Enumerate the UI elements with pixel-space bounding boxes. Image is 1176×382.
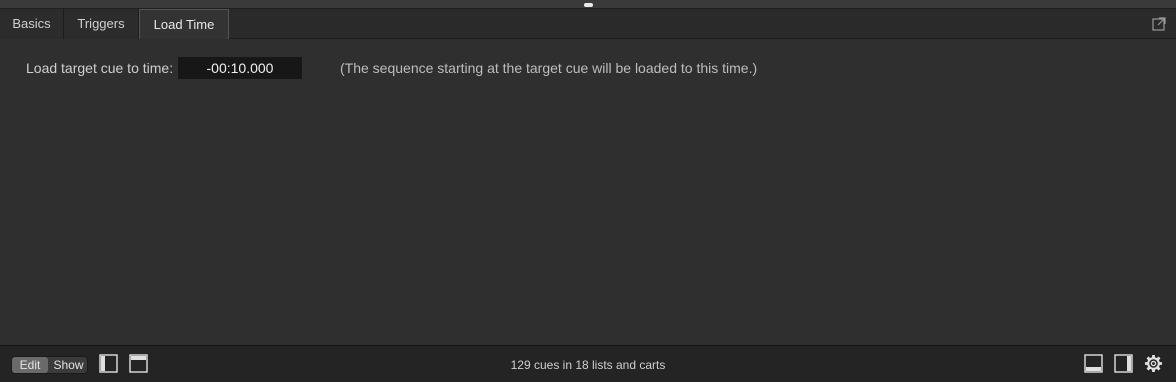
- load-time-hint: (The sequence starting at the target cue…: [340, 60, 758, 76]
- tab-load-time[interactable]: Load Time: [139, 9, 229, 40]
- load-time-panel: Load target cue to time: -00:10.000 (The…: [0, 39, 1176, 345]
- load-time-input[interactable]: -00:10.000: [178, 57, 302, 79]
- tab-basics[interactable]: Basics: [0, 9, 64, 39]
- load-time-label: Load target cue to time:: [26, 60, 174, 76]
- tab-triggers[interactable]: Triggers: [64, 9, 139, 39]
- status-bar: Edit Show 129 cues in 18 lists and carts: [0, 345, 1176, 382]
- popout-icon[interactable]: [1151, 16, 1167, 32]
- gear-icon[interactable]: [1144, 354, 1163, 373]
- drag-handle[interactable]: [584, 3, 593, 7]
- right-sidebar-icon[interactable]: [1114, 354, 1133, 373]
- split-divider[interactable]: [0, 0, 1176, 9]
- inspector-tab-bar: Basics Triggers Load Time: [0, 9, 1176, 40]
- bottom-panel-icon[interactable]: [1084, 354, 1103, 373]
- cue-count-status: 129 cues in 18 lists and carts: [510, 358, 666, 372]
